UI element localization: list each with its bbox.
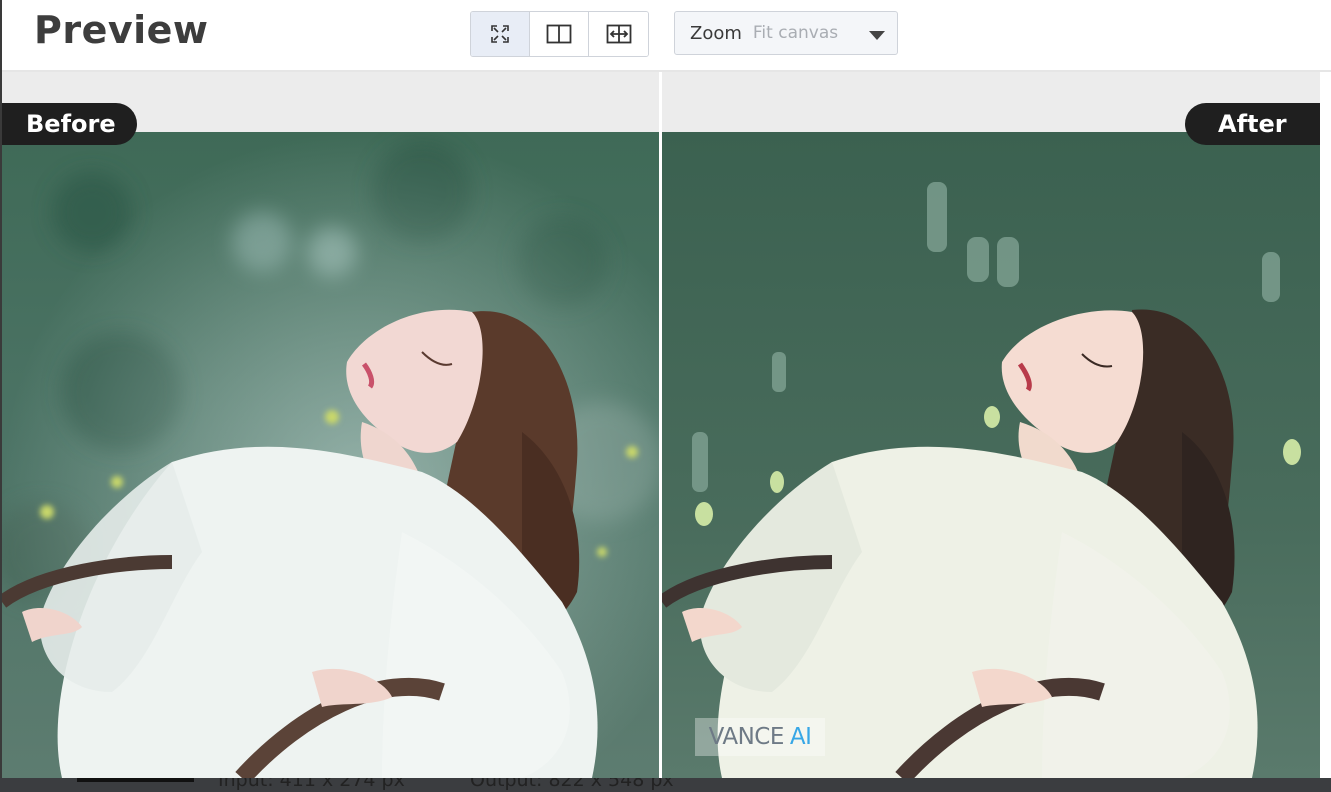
page-title: Preview [34, 8, 209, 52]
split-view-icon [546, 24, 572, 44]
view-mode-group [470, 11, 649, 57]
slider-compare-button[interactable] [589, 12, 648, 56]
fit-screen-button[interactable] [471, 12, 530, 56]
bottom-info-bar: Input: 411 x 274 px Output: 822 x 548 px [0, 778, 1331, 792]
compare-divider[interactable] [659, 72, 662, 778]
zoom-value: Fit canvas [752, 23, 839, 43]
slider-compare-icon [606, 24, 631, 44]
watermark-text-part2: AI [789, 724, 812, 750]
after-label: After [1185, 103, 1320, 145]
before-label: Before [2, 103, 137, 145]
input-size-text: Input: 411 x 274 px [218, 778, 405, 791]
before-image [2, 132, 659, 778]
bottom-bar-button [77, 778, 194, 782]
after-image [662, 132, 1320, 778]
after-photo [662, 132, 1320, 778]
zoom-select[interactable]: Zoom Fit canvas [674, 11, 898, 55]
before-photo [2, 132, 659, 778]
watermark-logo: VANCE AI [695, 718, 825, 756]
chevron-down-icon [869, 31, 885, 40]
output-size-text: Output: 822 x 548 px [470, 778, 674, 791]
preview-header: Preview [2, 0, 1331, 70]
fit-screen-icon [491, 25, 509, 43]
watermark-text-part1: VANCE [708, 724, 785, 750]
split-view-button[interactable] [530, 12, 589, 56]
zoom-label: Zoom [690, 22, 742, 44]
